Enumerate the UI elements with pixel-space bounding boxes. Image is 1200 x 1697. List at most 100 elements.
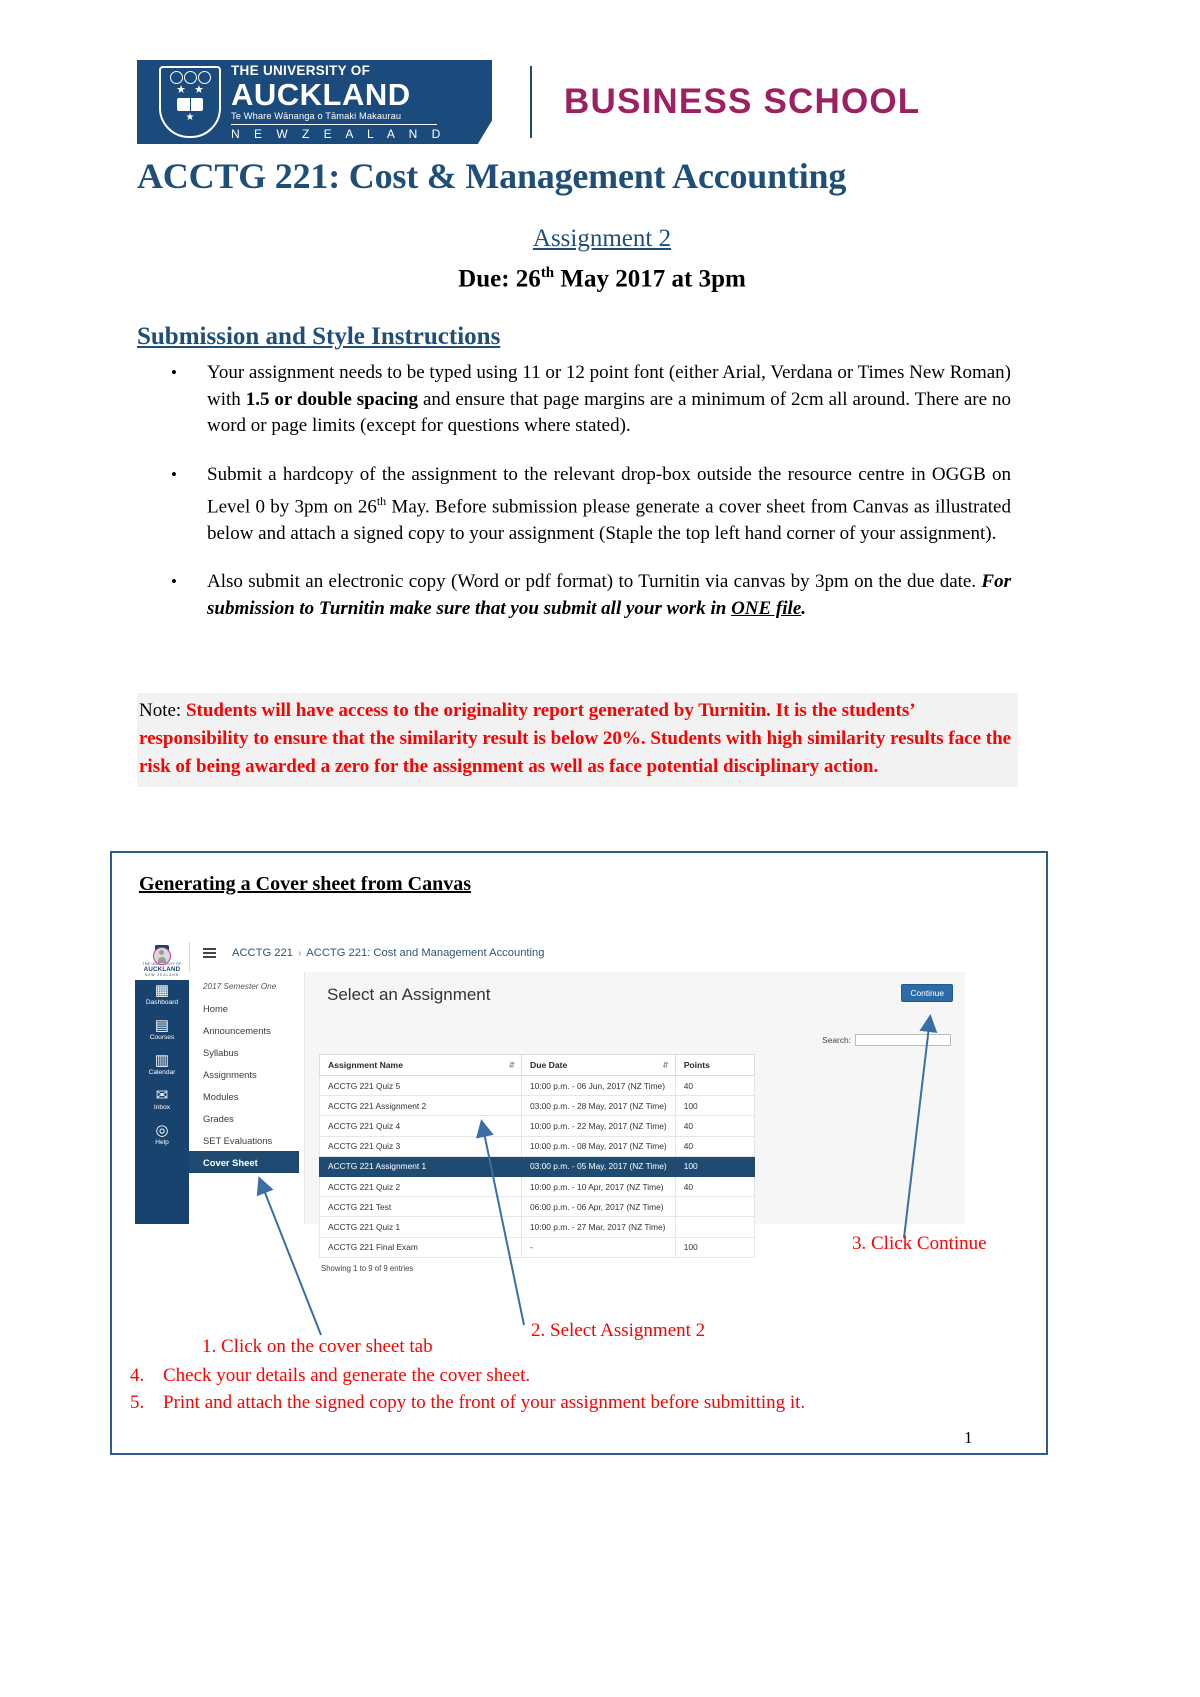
due-suffix: May 2017 at 3pm [554,265,746,293]
business-school-wordmark: BUSINESS SCHOOL [564,82,921,121]
cell-assignment-name: ACCTG 221 Quiz 5 [319,1074,522,1097]
table-header-row: Assignment Name ⇵ Due Date ⇵ Points [319,1054,755,1076]
document-page: ★ ★ ★ THE UNIVERSITY OF AUCKLAND Te Whare… [0,0,1200,1697]
header-vertical-divider [530,66,532,138]
annotation-step-3: 3. Click Continue [852,1233,987,1254]
note-text: Students will have access to the origina… [139,700,1012,777]
cell-points: 40 [674,1115,755,1137]
global-nav-label: Courses [149,1034,175,1041]
course-nav-grades[interactable]: Grades [189,1107,304,1129]
cell-due-date: 10:00 p.m. - 22 May, 2017 (NZ Time) [521,1115,676,1137]
logo-line-1: THE UNIVERSITY OF [231,63,371,79]
course-nav-home[interactable]: Home [189,997,304,1019]
global-nav-label: Calendar [148,1069,176,1076]
table-row[interactable]: ACCTG 221 Quiz 4 10:00 p.m. - 22 May, 201… [319,1115,755,1137]
canvas-main-content: Select an Assignment Continue Search: As… [305,972,965,1273]
search-input[interactable] [855,1034,951,1046]
table-row[interactable]: ACCTG 221 Quiz 2 10:00 p.m. - 10 Apr, 201… [319,1175,755,1198]
global-nav-inbox[interactable]: ✉ Inbox [135,1082,189,1117]
sort-icon[interactable]: ⇵ [509,1061,515,1070]
column-header-points[interactable]: Points [674,1054,755,1076]
bullet-marker-icon: • [171,464,177,484]
table-row[interactable]: ACCTG 221 Quiz 3 10:00 p.m. - 08 May, 201… [319,1135,755,1157]
step-text: Print and attach the signed copy to the … [163,1392,806,1413]
global-nav-label: Help [155,1139,169,1146]
calendar-icon: ▥ [154,1052,170,1069]
breadcrumb-course-name[interactable]: ACCTG 221: Cost and Management Accountin… [306,947,544,959]
instruction-bullet-text: Also submit an electronic copy (Word or … [207,571,1011,619]
breadcrumb-course-code[interactable]: ACCTG 221 [232,947,293,959]
table-row[interactable]: ACCTG 221 Assignment 1 03:00 p.m. - 05 Ma… [319,1155,755,1177]
cell-assignment-name: ACCTG 221 Quiz 3 [319,1135,522,1157]
cell-due-date: - [521,1236,676,1258]
instruction-bullet: • Submit a hardcopy of the assignment to … [166,462,1011,548]
cell-assignment-name: ACCTG 221 Assignment 2 [319,1095,522,1117]
inbox-icon: ✉ [155,1087,169,1104]
logo-divider [231,123,437,125]
cell-points: 40 [674,1175,755,1198]
table-row[interactable]: ACCTG 221 Quiz 1 10:00 p.m. - 27 Mar, 201… [319,1216,755,1238]
course-nav-modules[interactable]: Modules [189,1085,304,1107]
cell-points: 40 [674,1135,755,1157]
sort-icon[interactable]: ⇵ [662,1061,668,1070]
instruction-bullet: • Your assignment needs to be typed using… [166,360,1011,440]
cell-points: 100 [674,1236,755,1258]
column-header-assignment-name[interactable]: Assignment Name ⇵ [319,1054,522,1076]
illustration-title: Generating a Cover sheet from Canvas [139,873,471,895]
canvas-top-bar: ACCTG 221 › ACCTG 221: Cost and Management… [189,934,965,973]
term-label: 2017 Semester One [203,982,277,991]
annotation-step-1: 1. Click on the cover sheet tab [202,1336,433,1357]
course-nav-syllabus[interactable]: Syllabus [189,1041,304,1063]
global-nav-dashboard[interactable]: ▦ Dashboard [135,977,189,1012]
instruction-bullet-text: Your assignment needs to be typed using … [207,362,1011,436]
cell-points: 40 [674,1074,755,1097]
column-header-due-date[interactable]: Due Date ⇵ [521,1054,676,1076]
global-nav-help[interactable]: ◎ Help [135,1117,189,1152]
cell-assignment-name: ACCTG 221 Assignment 1 [319,1155,522,1177]
note-label: Note: [139,700,186,721]
logo-line-3: Te Whare Wānanga o Tāmaki Makaurau [231,110,402,121]
numbered-step: 4. Check your details and generate the co… [130,1362,1030,1389]
instruction-bullet: • Also submit an electronic copy (Word or… [166,569,1011,622]
due-ordinal: th [540,265,555,281]
table-row[interactable]: ACCTG 221 Quiz 5 10:00 p.m. - 06 Jun, 201… [319,1074,755,1097]
canvas-course-nav: 2017 Semester One Home Announcements Sylla… [189,972,305,1224]
global-nav-courses[interactable]: ▤ Courses [135,1012,189,1047]
canvas-app-screenshot: THE UNIVERSITY OF AUCKLAND NEW ZEALAND A… [135,934,965,1273]
global-nav-label: Inbox [153,1104,171,1111]
course-nav-set-evaluations[interactable]: SET Evaluations [189,1129,304,1151]
table-row[interactable]: ACCTG 221 Test 06:00 p.m. - 06 Apr, 2017 … [319,1196,755,1218]
global-nav-label: Dashboard [145,999,179,1006]
step-number: 5. [130,1392,145,1413]
numbered-steps-list: 4. Check your details and generate the co… [130,1362,1030,1416]
continue-button[interactable]: Continue [901,984,953,1002]
hamburger-menu-icon[interactable] [203,947,216,959]
canvas-global-nav: THE UNIVERSITY OF AUCKLAND NEW ZEALAND A… [135,942,190,1224]
table-row[interactable]: ACCTG 221 Assignment 2 03:00 p.m. - 28 Ma… [319,1095,755,1117]
course-nav-announcements[interactable]: Announcements [189,1019,304,1041]
logo-line-2: AUCKLAND [231,76,411,112]
breadcrumb: ACCTG 221 › ACCTG 221: Cost and Management… [232,947,544,959]
annotation-step-2: 2. Select Assignment 2 [531,1320,706,1341]
cell-points: 100 [674,1155,755,1177]
cell-assignment-name: ACCTG 221 Test [319,1196,522,1218]
assignments-table: Assignment Name ⇵ Due Date ⇵ Points ACCTG 22… [319,1054,755,1258]
instructions-bullet-list: • Your assignment needs to be typed using… [166,360,1011,644]
page-number: 1 [964,1428,973,1447]
bullet-marker-icon: • [171,572,177,592]
cell-points: 100 [674,1095,755,1117]
help-icon: ◎ [155,1122,169,1139]
cell-assignment-name: ACCTG 221 Quiz 4 [319,1115,522,1137]
cell-due-date: 10:00 p.m. - 06 Jun, 2017 (NZ Time) [521,1074,676,1097]
cell-due-date: 06:00 p.m. - 06 Apr, 2017 (NZ Time) [521,1196,676,1218]
global-nav-calendar[interactable]: ▥ Calendar [135,1047,189,1082]
table-entries-footer: Showing 1 to 9 of 9 entries [321,1264,414,1273]
numbered-step: 5. Print and attach the signed copy to th… [130,1389,1030,1416]
cell-due-date: 10:00 p.m. - 10 Apr, 2017 (NZ Time) [521,1175,676,1198]
cell-points [674,1196,755,1218]
select-assignment-heading: Select an Assignment [327,985,491,1004]
step-text: Check your details and generate the cove… [163,1365,531,1386]
course-nav-cover-sheet[interactable]: Cover Sheet [189,1151,299,1173]
course-nav-assignments[interactable]: Assignments [189,1063,304,1085]
table-row[interactable]: ACCTG 221 Final Exam -100 [319,1236,755,1258]
